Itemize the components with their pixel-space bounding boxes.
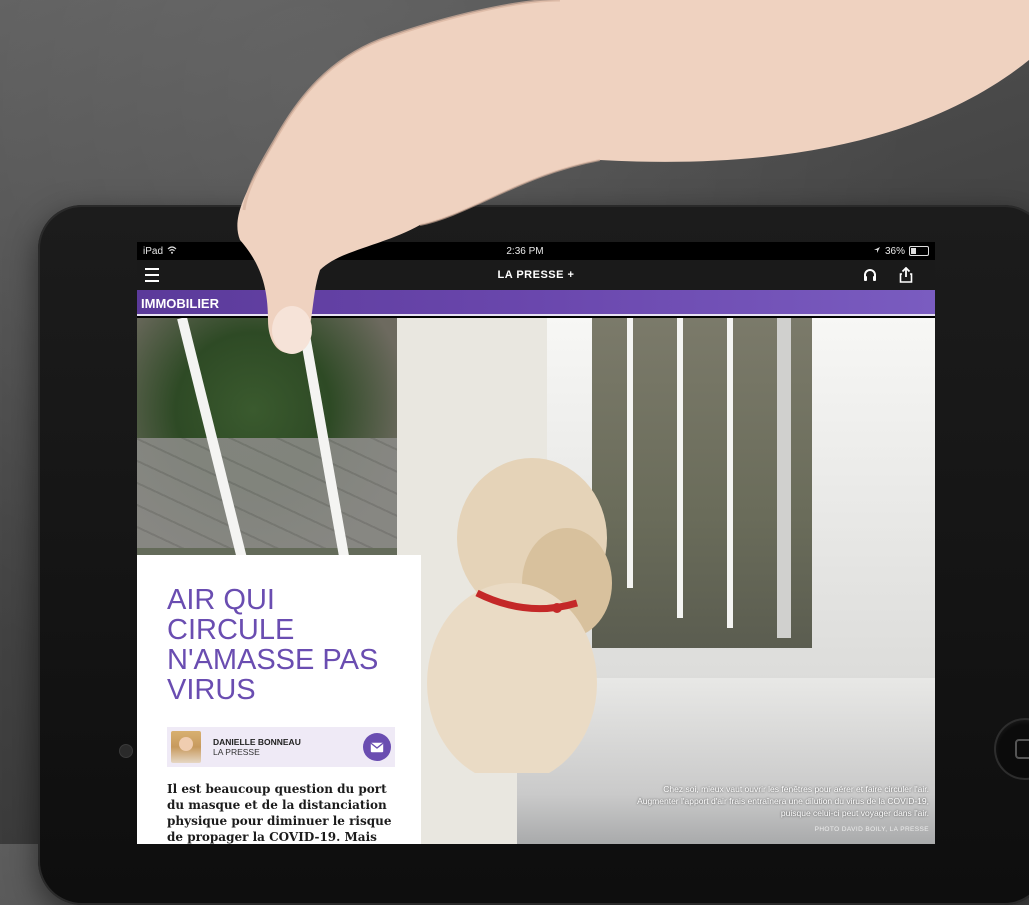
status-time: 2:36 PM [506,245,544,257]
location-arrow-icon [873,246,881,257]
article-lede: Il est beaucoup question du port du masq… [167,782,392,844]
device-label: iPad [143,245,164,257]
ipad-screen: iPad 2:36 PM 36% LA PRESSE + IMMOBILIER … [137,242,935,844]
dog-illustration [427,458,612,773]
headphones-icon[interactable] [861,266,879,284]
photo-credit: PHOTO DAVID BOILY, LA PRESSE [814,826,929,833]
share-icon[interactable] [897,266,915,284]
brand-logo[interactable]: LA PRESSE + [498,269,575,281]
author-publication: LA PRESSE [213,747,260,757]
section-bar[interactable]: IMMOBILIER [137,290,935,316]
app-header: LA PRESSE + [137,260,935,290]
section-label: IMMOBILIER [141,295,219,311]
hamburger-menu-icon[interactable] [145,268,159,282]
home-button[interactable] [996,720,1029,778]
battery-percent: 36% [884,245,905,257]
email-author-button[interactable] [363,733,391,761]
article-headline: AIR QUI CIRCULE N'AMASSE PAS VIRUS [167,584,379,706]
battery-icon [909,246,929,256]
camera-icon [120,745,132,757]
author-name[interactable]: DANIELLE BONNEAU [213,737,301,747]
status-bar: iPad 2:36 PM 36% [137,242,935,260]
wifi-icon [167,245,177,257]
envelope-icon [370,742,384,752]
home-square-icon [1015,739,1029,759]
article-card: AIR QUI CIRCULE N'AMASSE PAS VIRUS DANIE… [137,555,421,844]
byline: DANIELLE BONNEAU LA PRESSE [167,727,395,767]
photo-caption: Chez soi, mieux vaut ouvrir les fenêtres… [637,784,929,818]
avatar [171,731,201,763]
